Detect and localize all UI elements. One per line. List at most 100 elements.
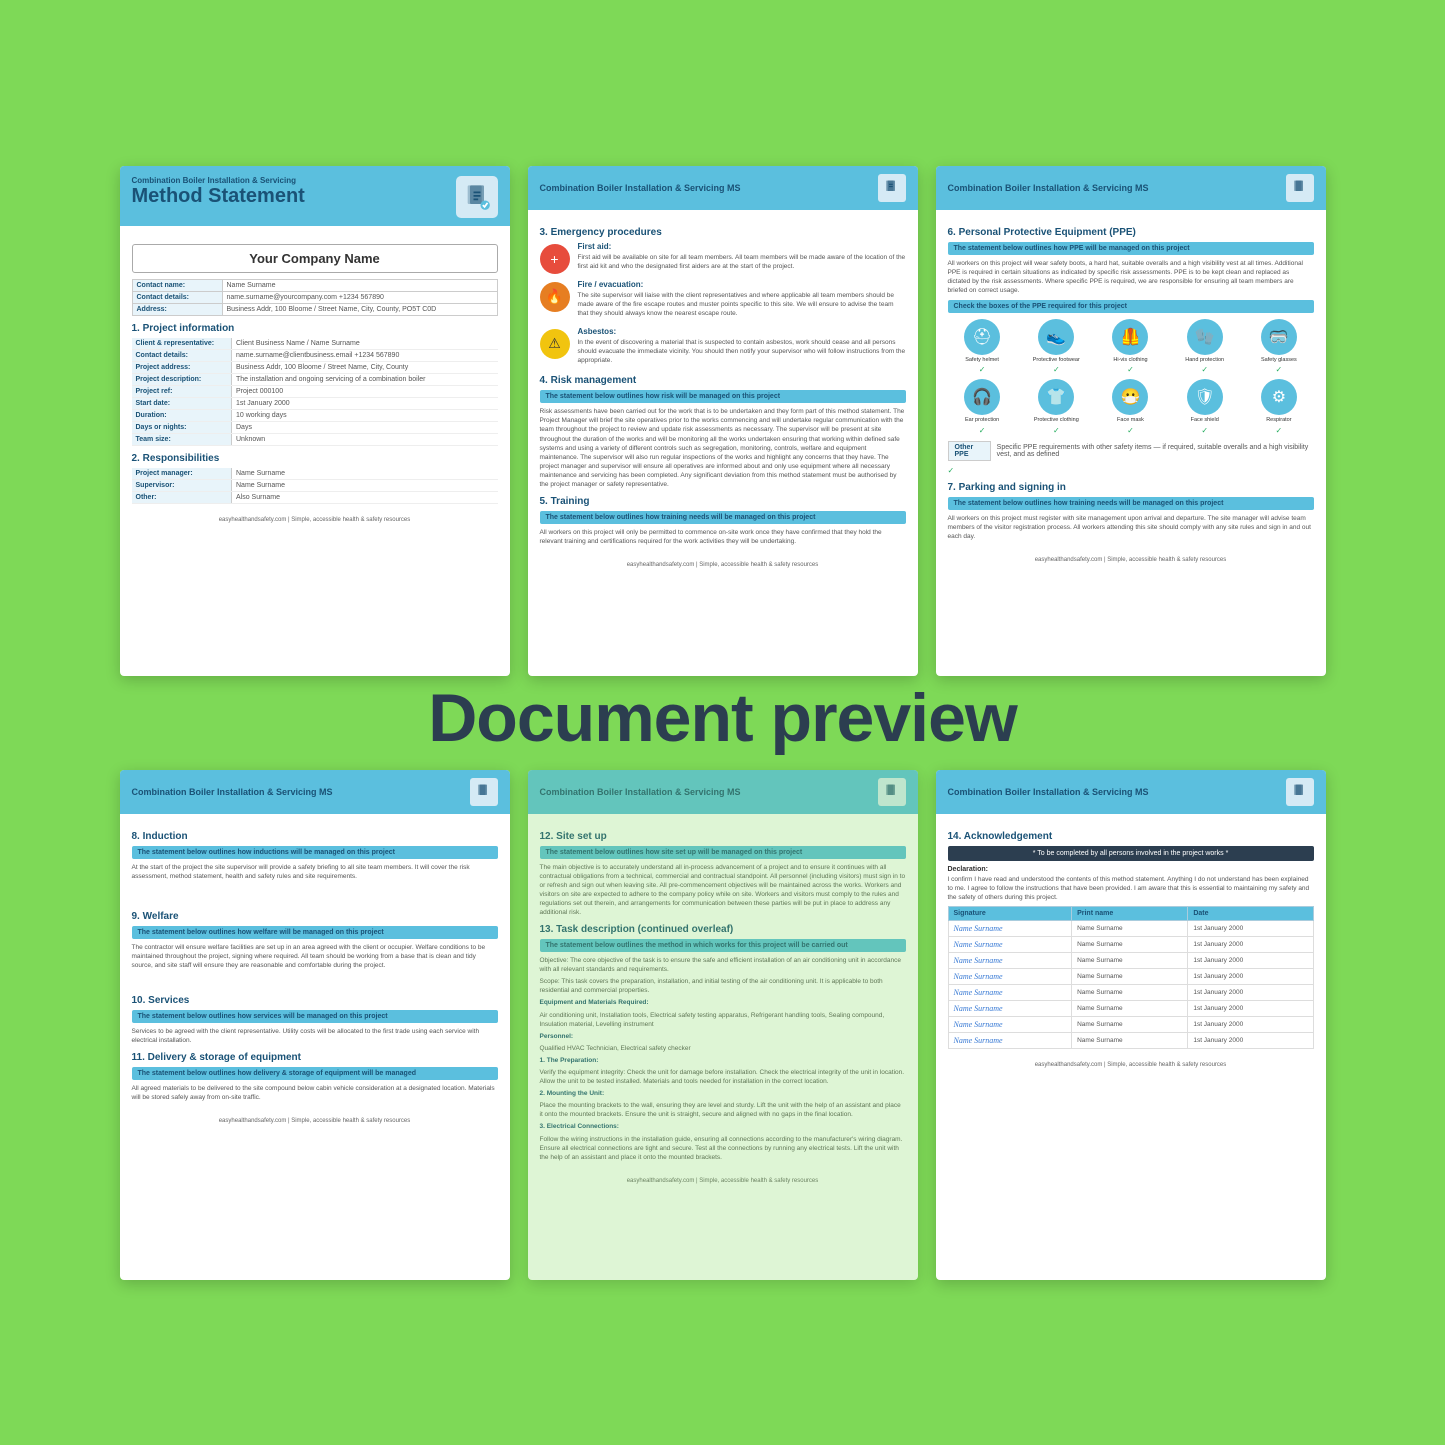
page2-header-text: Combination Boiler Installation & Servic…	[540, 183, 741, 193]
table-row: Supervisor: Name Surname	[132, 479, 498, 491]
page1-header-small: Combination Boiler Installation & Servic…	[132, 176, 305, 185]
parking-text: All workers on this project must registe…	[948, 514, 1314, 541]
top-row-documents: Combination Boiler Installation & Servic…	[120, 166, 1326, 676]
page1-doc-icon	[456, 176, 498, 218]
document-page-4: Combination Boiler Installation & Servic…	[120, 770, 510, 1280]
ppe-grid: ⛑ Safety helmet ✓ 👟 Protective footwear …	[948, 319, 1314, 435]
table-row: Name Surname Name Surname 1st January 20…	[948, 984, 1313, 1000]
declaration-text: I confirm I have read and understood the…	[948, 875, 1314, 902]
page4-content: 8. Induction The statement below outline…	[120, 814, 510, 1116]
task-personnel-title: Personnel:	[540, 1032, 906, 1041]
section14-title: 14. Acknowledgement	[948, 831, 1314, 842]
ack-dark-banner: * To be completed by all persons involve…	[948, 846, 1314, 861]
ppe-item-hivis: 🦺 Hi-vis clothing ✓	[1096, 319, 1165, 375]
fire-icon: 🔥	[540, 282, 570, 312]
table-row: Name Surname Name Surname 1st January 20…	[948, 1016, 1313, 1032]
section5-title: 5. Training	[540, 496, 906, 507]
table-row: Name Surname Name Surname 1st January 20…	[948, 952, 1313, 968]
page6-content: 14. Acknowledgement * To be completed by…	[936, 814, 1326, 1059]
table-row: Name Surname Name Surname 1st January 20…	[948, 936, 1313, 952]
task-equipment-title: Equipment and Materials Required:	[540, 998, 906, 1007]
table-row: Project address: Business Addr, 100 Bloo…	[132, 361, 498, 373]
task-steps: Verify the equipment integrity: Check th…	[540, 1068, 906, 1086]
delivery-text: All agreed materials to be delivered to …	[132, 1084, 498, 1102]
ppe-item-helmet: ⛑ Safety helmet ✓	[948, 319, 1017, 375]
project-info-table: Client & representative: Client Business…	[132, 338, 498, 446]
task-personnel: Qualified HVAC Technician, Electrical sa…	[540, 1044, 906, 1053]
spacer2	[132, 973, 498, 988]
page4-footer: easyhealthandsafety.com | Simple, access…	[120, 1118, 510, 1124]
training-text: All workers on this project will only be…	[540, 528, 906, 546]
bottom-row-documents: Combination Boiler Installation & Servic…	[120, 770, 1326, 1280]
clothing-icon: 👕	[1038, 379, 1074, 415]
page3-header: Combination Boiler Installation & Servic…	[936, 166, 1326, 210]
responsibilities-table: Project manager: Name Surname Supervisor…	[132, 468, 498, 504]
induction-text: At the start of the project the site sup…	[132, 863, 498, 881]
induction-banner: The statement below outlines how inducti…	[132, 846, 498, 859]
page2-footer: easyhealthandsafety.com | Simple, access…	[528, 562, 918, 568]
ppe-item-gloves: 🧤 Hand protection ✓	[1170, 319, 1239, 375]
shield-icon: 🛡	[1187, 379, 1223, 415]
table-row: Team size: Unknown	[132, 433, 498, 445]
mask-icon: 😷	[1112, 379, 1148, 415]
ppe-item-respirator: ⚙ Respirator ✓	[1244, 379, 1313, 435]
page4-header-text: Combination Boiler Installation & Servic…	[132, 787, 333, 797]
ppe-item-shield: 🛡 Face shield ✓	[1170, 379, 1239, 435]
gloves-icon: 🧤	[1187, 319, 1223, 355]
page1-content: Your Company Name Contact name: Name Sur…	[120, 226, 510, 514]
page2-header: Combination Boiler Installation & Servic…	[528, 166, 918, 210]
helmet-icon: ⛑	[964, 319, 1000, 355]
page4-header: Combination Boiler Installation & Servic…	[120, 770, 510, 814]
section8-title: 8. Induction	[132, 831, 498, 842]
table-row: Contact name: Name Surname	[132, 279, 497, 291]
section12-title: 12. Site set up	[540, 831, 906, 842]
risk-banner: The statement below outlines how risk wi…	[540, 390, 906, 403]
section9-title: 9. Welfare	[132, 911, 498, 922]
page1-footer: easyhealthandsafety.com | Simple, access…	[120, 517, 510, 523]
page2-content: 3. Emergency procedures + First aid: Fir…	[528, 210, 918, 560]
table-row: Project manager: Name Surname	[132, 468, 498, 480]
page3-header-icon	[1286, 174, 1314, 202]
page1-header-large: Method Statement	[132, 185, 305, 207]
task-scope: Scope: This task covers the preparation,…	[540, 977, 906, 995]
table-row: Project ref: Project 000100	[132, 385, 498, 397]
section4-title: 4. Risk management	[540, 375, 906, 386]
page5-header-text: Combination Boiler Installation & Servic…	[540, 787, 741, 797]
ear-icon: 🎧	[964, 379, 1000, 415]
page1-header: Combination Boiler Installation & Servic…	[120, 166, 510, 226]
ppe-banner: The statement below outlines how PPE wil…	[948, 242, 1314, 255]
setup-text: The main objective is to accurately unde…	[540, 863, 906, 918]
document-page-2: Combination Boiler Installation & Servic…	[528, 166, 918, 676]
services-text: Services to be agreed with the client re…	[132, 1027, 498, 1045]
welfare-text: The contractor will ensure welfare facil…	[132, 943, 498, 970]
other-ppe-desc: Specific PPE requirements with other saf…	[997, 444, 1314, 458]
document-page-6: Combination Boiler Installation & Servic…	[936, 770, 1326, 1280]
training-banner: The statement below outlines how trainin…	[540, 511, 906, 524]
task-mount-title: 2. Mounting the Unit:	[540, 1089, 906, 1098]
document-page-1: Combination Boiler Installation & Servic…	[120, 166, 510, 676]
section13-title: 13. Task description (continued overleaf…	[540, 924, 906, 935]
page5-header-icon	[878, 778, 906, 806]
document-page-3: Combination Boiler Installation & Servic…	[936, 166, 1326, 676]
table-row: Start date: 1st January 2000	[132, 397, 498, 409]
respirator-icon: ⚙	[1261, 379, 1297, 415]
main-container: Combination Boiler Installation & Servic…	[73, 166, 1373, 1280]
section2-title: 2. Responsibilities	[132, 453, 498, 464]
table-row: Name Surname Name Surname 1st January 20…	[948, 1032, 1313, 1048]
ppe-check-banner: Check the boxes of the PPE required for …	[948, 300, 1314, 313]
page4-header-icon	[470, 778, 498, 806]
emergency-firstaid: + First aid: First aid will be available…	[540, 242, 906, 274]
print-header: Print name	[1072, 906, 1188, 920]
task-banner: The statement below outlines the method …	[540, 939, 906, 952]
spacer	[132, 884, 498, 904]
ppe-item-footwear: 👟 Protective footwear ✓	[1022, 319, 1091, 375]
page6-header: Combination Boiler Installation & Servic…	[936, 770, 1326, 814]
firstaid-icon: +	[540, 244, 570, 274]
section6-title: 6. Personal Protective Equipment (PPE)	[948, 227, 1314, 238]
ppe-item-clothing: 👕 Protective clothing ✓	[1022, 379, 1091, 435]
section1-title: 1. Project information	[132, 323, 498, 334]
ppe-statement: All workers on this project will wear sa…	[948, 259, 1314, 295]
table-row: Contact details: name.surname@clientbusi…	[132, 349, 498, 361]
page5-content: 12. Site set up The statement below outl…	[528, 814, 918, 1175]
setup-banner: The statement below outlines how site se…	[540, 846, 906, 859]
